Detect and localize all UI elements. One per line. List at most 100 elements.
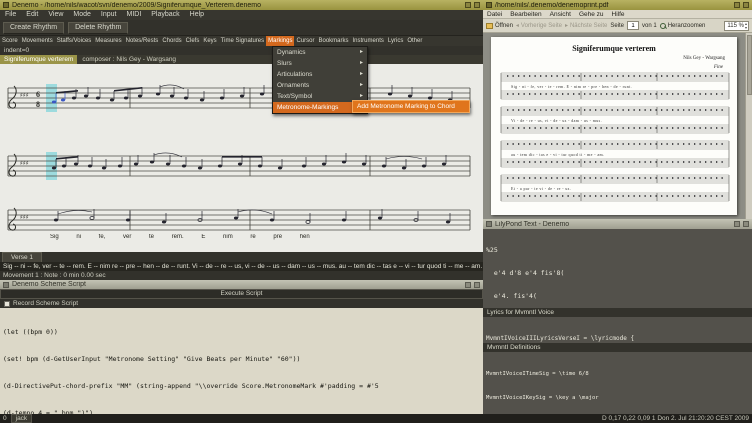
tab-verse-1[interactable]: Verse 1 xyxy=(2,252,43,262)
zoom-in-button[interactable]: Heranzoomen xyxy=(659,22,705,29)
previous-page-button[interactable]: ◂ Vorherige Seite xyxy=(516,22,562,30)
menu-edit[interactable]: Edit xyxy=(21,10,43,20)
metronome-submenu: Add Metronome Marking to Chord xyxy=(352,100,470,113)
key-signature: ♯♯♯ xyxy=(20,160,29,167)
window-menu-icon[interactable] xyxy=(486,221,492,227)
lilypond-titlebar[interactable]: LilyPond Text - Denemo xyxy=(483,219,752,229)
definitions-pane-body[interactable]: MvmntIVoiceITimeSig = \time 6/8 MvmntIVo… xyxy=(483,352,752,414)
close-button[interactable] xyxy=(743,2,749,8)
scheme-script-editor[interactable]: (let ((bpm 0)) (set! bpm (d-GetUserInput… xyxy=(0,308,483,414)
maximize-button[interactable] xyxy=(734,2,740,8)
menu-item-add-metronome-marking[interactable]: Add Metronome Marking to Chord xyxy=(352,100,470,113)
pdf-menubar: Datei Bearbeiten Ansicht Gehe zu Hilfe xyxy=(483,10,752,19)
pdf-lyrics-line: Ei - a par - te vi - de - re - us. xyxy=(511,186,572,191)
menu-markings[interactable]: Markings xyxy=(266,36,295,46)
menu-midi[interactable]: MIDI xyxy=(121,10,146,20)
menu-item-slurs[interactable]: Slurs ▸ xyxy=(273,58,367,69)
score-header: Signiferumque verterem composer : Nils G… xyxy=(0,55,483,64)
menu-datei[interactable]: Datei xyxy=(483,10,506,19)
menu-item-ornaments[interactable]: Ornaments ▸ xyxy=(273,80,367,91)
menu-staffs-voices[interactable]: Staffs/Voices xyxy=(55,36,94,46)
time-signature-lower: 8 xyxy=(36,100,40,109)
score-canvas[interactable]: ♯♯♯ 6 8 ♯♯♯ ♯♯♯ Sig ni fe, ver te rem. E… xyxy=(0,64,483,252)
window-menu-icon[interactable] xyxy=(3,281,9,288)
zoom-level-spinner[interactable]: 115 % ▴ ▾ xyxy=(724,20,749,31)
lyrics-pane-body[interactable]: MvmntIVoiceIIILyricsVerseI = \lyricmode … xyxy=(483,317,752,343)
lyrics-editor[interactable]: Sig -- ni -- fe, ver -- te -- rem. E -- … xyxy=(0,262,483,271)
denemo-titlebar[interactable]: Denemo - /home/nils/wacot/svn/denemo/200… xyxy=(0,0,483,10)
menu-help[interactable]: Help xyxy=(185,10,209,20)
menu-movements[interactable]: Movements xyxy=(20,36,55,46)
close-button[interactable] xyxy=(474,281,480,288)
staff-system-2: ♯♯♯ xyxy=(7,152,471,180)
next-page-button[interactable]: ▸ Nächste Seite xyxy=(565,22,607,30)
menu-cursor[interactable]: Cursor xyxy=(294,36,316,46)
statusbar-app-label[interactable]: jack xyxy=(10,414,33,423)
menu-bookmarks[interactable]: Bookmarks xyxy=(317,36,351,46)
menu-keys[interactable]: Keys xyxy=(201,36,218,46)
treble-clef-icon xyxy=(8,153,17,177)
menu-item-dynamics[interactable]: Dynamics ▸ xyxy=(273,47,367,58)
lilypond-line: %25 xyxy=(486,245,498,254)
menu-file[interactable]: File xyxy=(0,10,21,20)
menu-hilfe[interactable]: Hilfe xyxy=(608,10,629,19)
pdf-document-area[interactable]: Signiferumque verterem Nils Gey - Wargsa… xyxy=(483,33,752,219)
menu-gehe-zu[interactable]: Gehe zu xyxy=(575,10,608,19)
score-composer: composer : Nils Gey - Wargsang xyxy=(82,56,177,63)
pdf-fine-marking: Fine xyxy=(713,65,723,70)
movement-statusline: Movement 1 : Note : 0 min 0.00 sec xyxy=(0,271,483,280)
close-button[interactable] xyxy=(474,2,480,8)
close-button[interactable] xyxy=(743,221,749,227)
window-menu-icon[interactable] xyxy=(486,2,492,8)
menu-notes-rests[interactable]: Notes/Rests xyxy=(124,36,161,46)
pdf-score-composer: Nils Gey - Wargsang xyxy=(683,56,725,61)
submenu-arrow-icon: ▸ xyxy=(359,71,363,77)
spinner-arrows-icon[interactable]: ▴ ▾ xyxy=(745,21,747,30)
lilypond-line: e'4 d'8 e'4 fis'8( xyxy=(486,268,565,277)
open-button[interactable]: Öffnen xyxy=(486,22,513,29)
menu-item-articulations[interactable]: Articulations ▸ xyxy=(273,69,367,80)
menu-score[interactable]: Score xyxy=(0,36,20,46)
menu-bearbeiten[interactable]: Bearbeiten xyxy=(506,10,545,19)
pdf-scrollbar[interactable] xyxy=(745,33,752,219)
submenu-arrow-icon: ▸ xyxy=(359,60,363,66)
menu-time-signatures[interactable]: Time Signatures xyxy=(219,36,266,46)
workspace-indicator[interactable]: 0 xyxy=(3,415,7,422)
menu-other[interactable]: Other xyxy=(405,36,424,46)
pdf-titlebar[interactable]: /home/nils/.denemo/denemoprint.pdf xyxy=(483,0,752,10)
open-folder-icon xyxy=(486,22,493,29)
score-title[interactable]: Signiferumque verterem xyxy=(0,55,78,64)
maximize-button[interactable] xyxy=(465,281,471,288)
maximize-button[interactable] xyxy=(734,221,740,227)
window-menu-icon[interactable] xyxy=(3,2,9,8)
page-number-input[interactable] xyxy=(627,21,640,30)
menu-clefs[interactable]: Clefs xyxy=(184,36,202,46)
menu-chords[interactable]: Chords xyxy=(160,36,183,46)
submenu-arrow-icon: ▸ xyxy=(359,82,363,88)
scheme-script-title: Denemo Scheme Script xyxy=(12,281,86,288)
record-script-checkbox[interactable] xyxy=(4,300,10,307)
zoom-level-value: 115 % xyxy=(727,22,744,29)
lilypond-text-view[interactable]: %25 e'4 d'8 e'4 fis'8( e'4. fis'4( d' d'… xyxy=(483,229,752,308)
menu-ansicht[interactable]: Ansicht xyxy=(546,10,575,19)
menu-playback[interactable]: Playback xyxy=(146,10,184,20)
execute-script-button[interactable]: Execute Script xyxy=(0,289,483,299)
scrollbar-thumb[interactable] xyxy=(747,35,752,95)
delete-rhythm-button[interactable]: Delete Rhythm xyxy=(68,21,129,34)
create-rhythm-button[interactable]: Create Rhythm xyxy=(3,21,65,34)
score-notation-svg: ♯♯♯ 6 8 ♯♯♯ ♯♯♯ xyxy=(7,84,471,231)
desktop: Denemo - /home/nils/wacot/svn/denemo/200… xyxy=(0,0,752,423)
menu-lyrics[interactable]: Lyrics xyxy=(386,36,405,46)
definitions-pane-header[interactable]: MvmntI Definitions xyxy=(483,343,752,352)
maximize-button[interactable] xyxy=(465,2,471,8)
indent-indicator: indent=0 xyxy=(0,46,483,55)
pdf-lyrics-line: Vi - de - re - us, vi - de - us - dam - … xyxy=(511,118,603,123)
menu-measures[interactable]: Measures xyxy=(93,36,123,46)
menu-instruments[interactable]: Instruments xyxy=(351,36,386,46)
menu-mode[interactable]: Mode xyxy=(68,10,96,20)
lyrics-pane-header[interactable]: Lyrics for MvmntI Voice xyxy=(483,308,752,317)
menu-input[interactable]: Input xyxy=(96,10,122,20)
pdf-lyrics-line: au - tem dic - tas e - vi - tur quod ti … xyxy=(511,152,605,157)
scheme-script-titlebar[interactable]: Denemo Scheme Script xyxy=(0,280,483,289)
menu-view[interactable]: View xyxy=(43,10,68,20)
